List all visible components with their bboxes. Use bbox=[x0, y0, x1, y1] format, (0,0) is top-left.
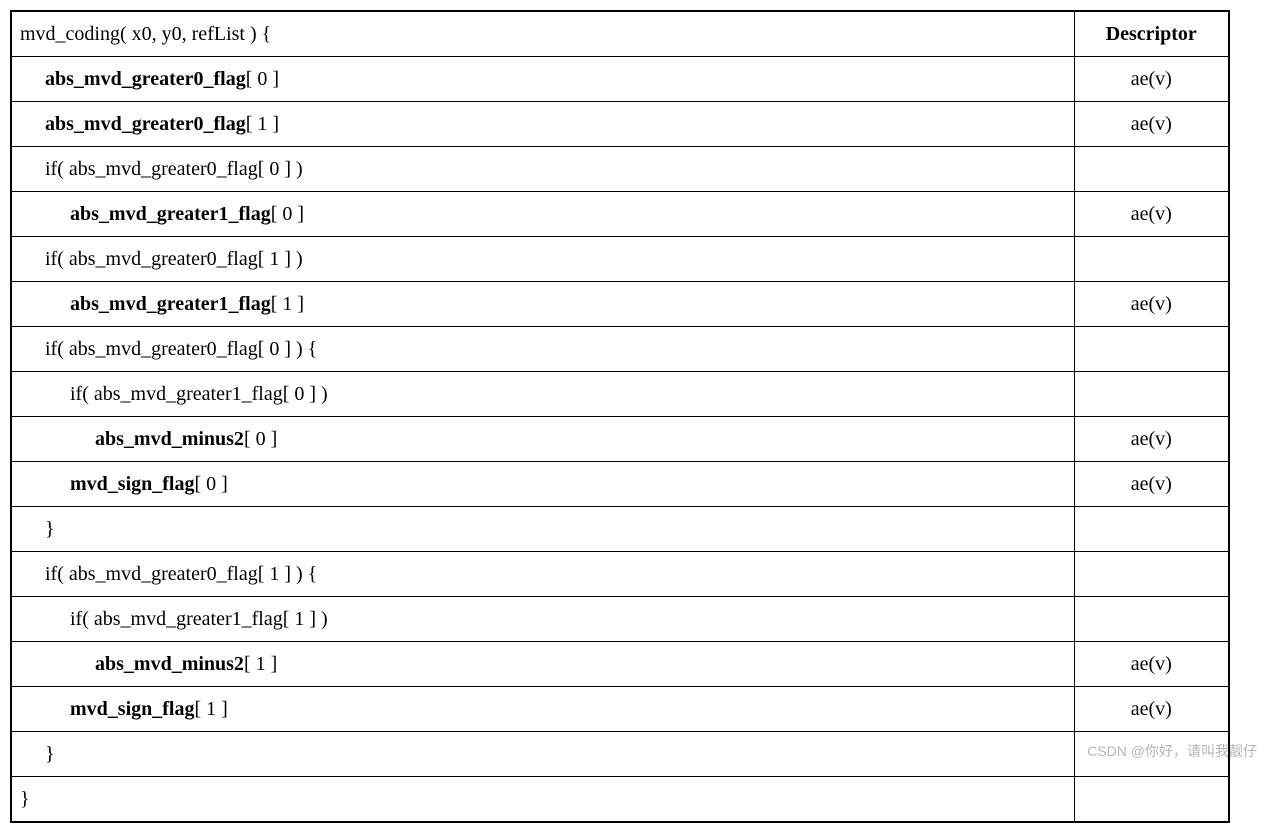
syntax-element-text: if( abs_mvd_greater0_flag[ 0 ] ) bbox=[45, 158, 303, 180]
code-cell: if( abs_mvd_greater0_flag[ 0 ] ) { bbox=[11, 327, 1074, 372]
table-row: if( abs_mvd_greater0_flag[ 1 ] ) { bbox=[11, 552, 1229, 597]
code-cell: abs_mvd_minus2[ 1 ] bbox=[11, 642, 1074, 687]
descriptor-cell: ae(v) bbox=[1074, 102, 1229, 147]
descriptor-cell bbox=[1074, 507, 1229, 552]
syntax-element-bold: abs_mvd_greater0_flag bbox=[45, 68, 246, 90]
syntax-table: mvd_coding( x0, y0, refList ) { Descript… bbox=[10, 10, 1230, 823]
table-header-row: mvd_coding( x0, y0, refList ) { Descript… bbox=[11, 11, 1229, 57]
syntax-element-text: if( abs_mvd_greater0_flag[ 1 ] ) bbox=[45, 248, 303, 270]
code-cell: if( abs_mvd_greater0_flag[ 1 ] ) bbox=[11, 237, 1074, 282]
syntax-element-text: if( abs_mvd_greater0_flag[ 1 ] ) { bbox=[45, 563, 317, 585]
code-cell: abs_mvd_greater0_flag[ 0 ] bbox=[11, 57, 1074, 102]
table-row: abs_mvd_minus2[ 1 ]ae(v) bbox=[11, 642, 1229, 687]
syntax-element-text: if( abs_mvd_greater1_flag[ 0 ] ) bbox=[70, 383, 328, 405]
table-row: if( abs_mvd_greater1_flag[ 0 ] ) bbox=[11, 372, 1229, 417]
syntax-element-text: if( abs_mvd_greater0_flag[ 0 ] ) { bbox=[45, 338, 317, 360]
table-row: } bbox=[11, 732, 1229, 777]
table-row: if( abs_mvd_greater0_flag[ 1 ] ) bbox=[11, 237, 1229, 282]
descriptor-cell: ae(v) bbox=[1074, 687, 1229, 732]
descriptor-cell bbox=[1074, 552, 1229, 597]
descriptor-cell bbox=[1074, 732, 1229, 777]
descriptor-cell: ae(v) bbox=[1074, 462, 1229, 507]
code-cell: if( abs_mvd_greater0_flag[ 1 ] ) { bbox=[11, 552, 1074, 597]
syntax-element-suffix: [ 1 ] bbox=[246, 113, 279, 135]
table-row: } bbox=[11, 777, 1229, 823]
code-cell: if( abs_mvd_greater1_flag[ 0 ] ) bbox=[11, 372, 1074, 417]
descriptor-cell bbox=[1074, 327, 1229, 372]
table-row: abs_mvd_greater0_flag[ 0 ]ae(v) bbox=[11, 57, 1229, 102]
syntax-element-suffix: [ 1 ] bbox=[194, 698, 227, 720]
table-row: if( abs_mvd_greater0_flag[ 0 ] ) { bbox=[11, 327, 1229, 372]
descriptor-cell: ae(v) bbox=[1074, 642, 1229, 687]
header-code-cell: mvd_coding( x0, y0, refList ) { bbox=[11, 11, 1074, 57]
table-row: mvd_sign_flag[ 0 ]ae(v) bbox=[11, 462, 1229, 507]
syntax-element-suffix: [ 0 ] bbox=[246, 68, 279, 90]
code-cell: abs_mvd_greater0_flag[ 1 ] bbox=[11, 102, 1074, 147]
syntax-element-text: } bbox=[20, 788, 30, 810]
code-cell: if( abs_mvd_greater0_flag[ 0 ] ) bbox=[11, 147, 1074, 192]
code-cell: abs_mvd_greater1_flag[ 1 ] bbox=[11, 282, 1074, 327]
descriptor-header: Descriptor bbox=[1074, 11, 1229, 57]
table-row: if( abs_mvd_greater1_flag[ 1 ] ) bbox=[11, 597, 1229, 642]
descriptor-cell: ae(v) bbox=[1074, 192, 1229, 237]
syntax-element-suffix: [ 0 ] bbox=[271, 203, 304, 225]
descriptor-cell bbox=[1074, 597, 1229, 642]
table-row: abs_mvd_greater1_flag[ 1 ]ae(v) bbox=[11, 282, 1229, 327]
syntax-element-bold: mvd_sign_flag bbox=[70, 698, 194, 720]
syntax-element-text: } bbox=[45, 518, 55, 540]
code-cell: } bbox=[11, 732, 1074, 777]
table-row: abs_mvd_minus2[ 0 ]ae(v) bbox=[11, 417, 1229, 462]
descriptor-cell bbox=[1074, 777, 1229, 823]
syntax-element-text: } bbox=[45, 743, 55, 765]
syntax-element-text: if( abs_mvd_greater1_flag[ 1 ] ) bbox=[70, 608, 328, 630]
descriptor-cell bbox=[1074, 372, 1229, 417]
code-cell: } bbox=[11, 777, 1074, 823]
syntax-element-suffix: [ 1 ] bbox=[244, 653, 277, 675]
descriptor-cell bbox=[1074, 147, 1229, 192]
table-row: if( abs_mvd_greater0_flag[ 0 ] ) bbox=[11, 147, 1229, 192]
syntax-element-suffix: [ 0 ] bbox=[194, 473, 227, 495]
table-row: mvd_sign_flag[ 1 ]ae(v) bbox=[11, 687, 1229, 732]
table-row: abs_mvd_greater1_flag[ 0 ]ae(v) bbox=[11, 192, 1229, 237]
syntax-element-bold: abs_mvd_minus2 bbox=[95, 653, 244, 675]
code-cell: mvd_sign_flag[ 0 ] bbox=[11, 462, 1074, 507]
descriptor-cell: ae(v) bbox=[1074, 282, 1229, 327]
table-row: } bbox=[11, 507, 1229, 552]
syntax-element-bold: mvd_sign_flag bbox=[70, 473, 194, 495]
syntax-element-suffix: [ 1 ] bbox=[271, 293, 304, 315]
code-cell: abs_mvd_minus2[ 0 ] bbox=[11, 417, 1074, 462]
code-cell: mvd_sign_flag[ 1 ] bbox=[11, 687, 1074, 732]
code-cell: abs_mvd_greater1_flag[ 0 ] bbox=[11, 192, 1074, 237]
code-cell: if( abs_mvd_greater1_flag[ 1 ] ) bbox=[11, 597, 1074, 642]
code-cell: } bbox=[11, 507, 1074, 552]
syntax-element-bold: abs_mvd_minus2 bbox=[95, 428, 244, 450]
descriptor-cell bbox=[1074, 237, 1229, 282]
syntax-element-bold: abs_mvd_greater1_flag bbox=[70, 293, 271, 315]
syntax-element-bold: abs_mvd_greater0_flag bbox=[45, 113, 246, 135]
table-row: abs_mvd_greater0_flag[ 1 ]ae(v) bbox=[11, 102, 1229, 147]
syntax-element-suffix: [ 0 ] bbox=[244, 428, 277, 450]
descriptor-cell: ae(v) bbox=[1074, 417, 1229, 462]
descriptor-cell: ae(v) bbox=[1074, 57, 1229, 102]
syntax-element-bold: abs_mvd_greater1_flag bbox=[70, 203, 271, 225]
